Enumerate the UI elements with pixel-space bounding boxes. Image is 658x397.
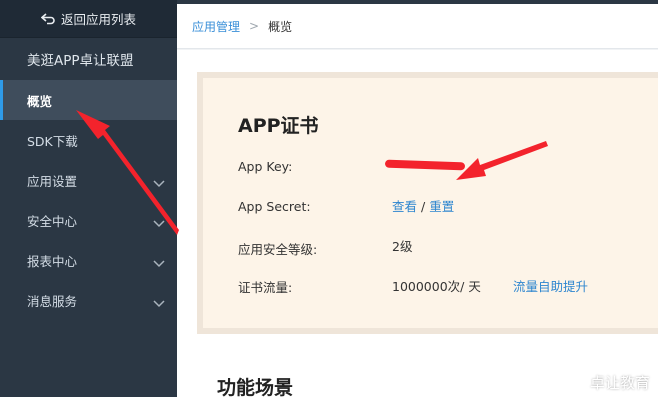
sidebar-item-label: 安全中心 (27, 213, 78, 229)
app-secret-actions: 查看 / 重置 (392, 196, 454, 215)
feature-scenarios-title: 功能场景 (217, 377, 294, 397)
main-content: APP证书 App Key: App Secret: 查看 / 重置 应用安全等… (177, 50, 658, 397)
back-arrow-icon (40, 12, 55, 25)
sidebar-item-label: 报表中心 (27, 253, 78, 269)
certificate-traffic-label: 证书流量: (238, 280, 293, 295)
watermark: 卓让教育 (590, 372, 650, 393)
sidebar-item-app-settings[interactable]: 应用设置 (0, 160, 177, 200)
slash-separator: / (417, 199, 430, 214)
breadcrumb-app-management-link[interactable]: 应用管理 (192, 18, 240, 35)
sidebar-item-security-center[interactable]: 安全中心 (0, 200, 177, 240)
reset-secret-link[interactable]: 重置 (429, 199, 454, 214)
breadcrumb: 应用管理 > 概览 (177, 4, 658, 49)
breadcrumb-separator: > (249, 19, 260, 33)
app-key-label: App Key: (238, 159, 293, 174)
app-certificate-card: APP证书 App Key: App Secret: 查看 / 重置 应用安全等… (197, 72, 658, 334)
chevron-down-icon (153, 176, 165, 188)
view-secret-link[interactable]: 查看 (392, 199, 417, 214)
watermark-text: 卓让教育 (589, 374, 650, 392)
sidebar-item-report-center[interactable]: 报表中心 (0, 240, 177, 280)
back-label: 返回应用列表 (60, 12, 136, 27)
app-key-redaction-mark (384, 159, 466, 171)
certificate-traffic-value: 1000000次/ 天 (392, 279, 481, 294)
security-level-value: 2级 (392, 239, 413, 254)
certificate-title: APP证书 (238, 115, 319, 137)
sidebar-item-message-service[interactable]: 消息服务 (0, 280, 177, 320)
sidebar: 返回应用列表 美逛APP卓让联盟 概览 SDK下载 应用设置 安全中心 报表中心… (0, 0, 177, 397)
chevron-down-icon (153, 296, 165, 308)
security-level-label: 应用安全等级: (238, 242, 318, 257)
sidebar-item-label: 概览 (27, 93, 53, 109)
breadcrumb-current: 概览 (268, 19, 293, 34)
chevron-down-icon (153, 216, 165, 228)
back-to-app-list-button[interactable]: 返回应用列表 (0, 0, 177, 38)
traffic-self-upgrade-link[interactable]: 流量自助提升 (513, 276, 588, 295)
sidebar-item-overview[interactable]: 概览 (0, 80, 177, 120)
chevron-down-icon (153, 256, 165, 268)
sidebar-item-label: 应用设置 (27, 173, 78, 189)
sidebar-item-sdk-download[interactable]: SDK下载 (0, 120, 177, 160)
sidebar-item-label: SDK下载 (27, 133, 78, 149)
sidebar-item-label: 消息服务 (27, 293, 78, 309)
app-name: 美逛APP卓让联盟 (27, 53, 134, 69)
app-secret-label: App Secret: (238, 199, 311, 214)
